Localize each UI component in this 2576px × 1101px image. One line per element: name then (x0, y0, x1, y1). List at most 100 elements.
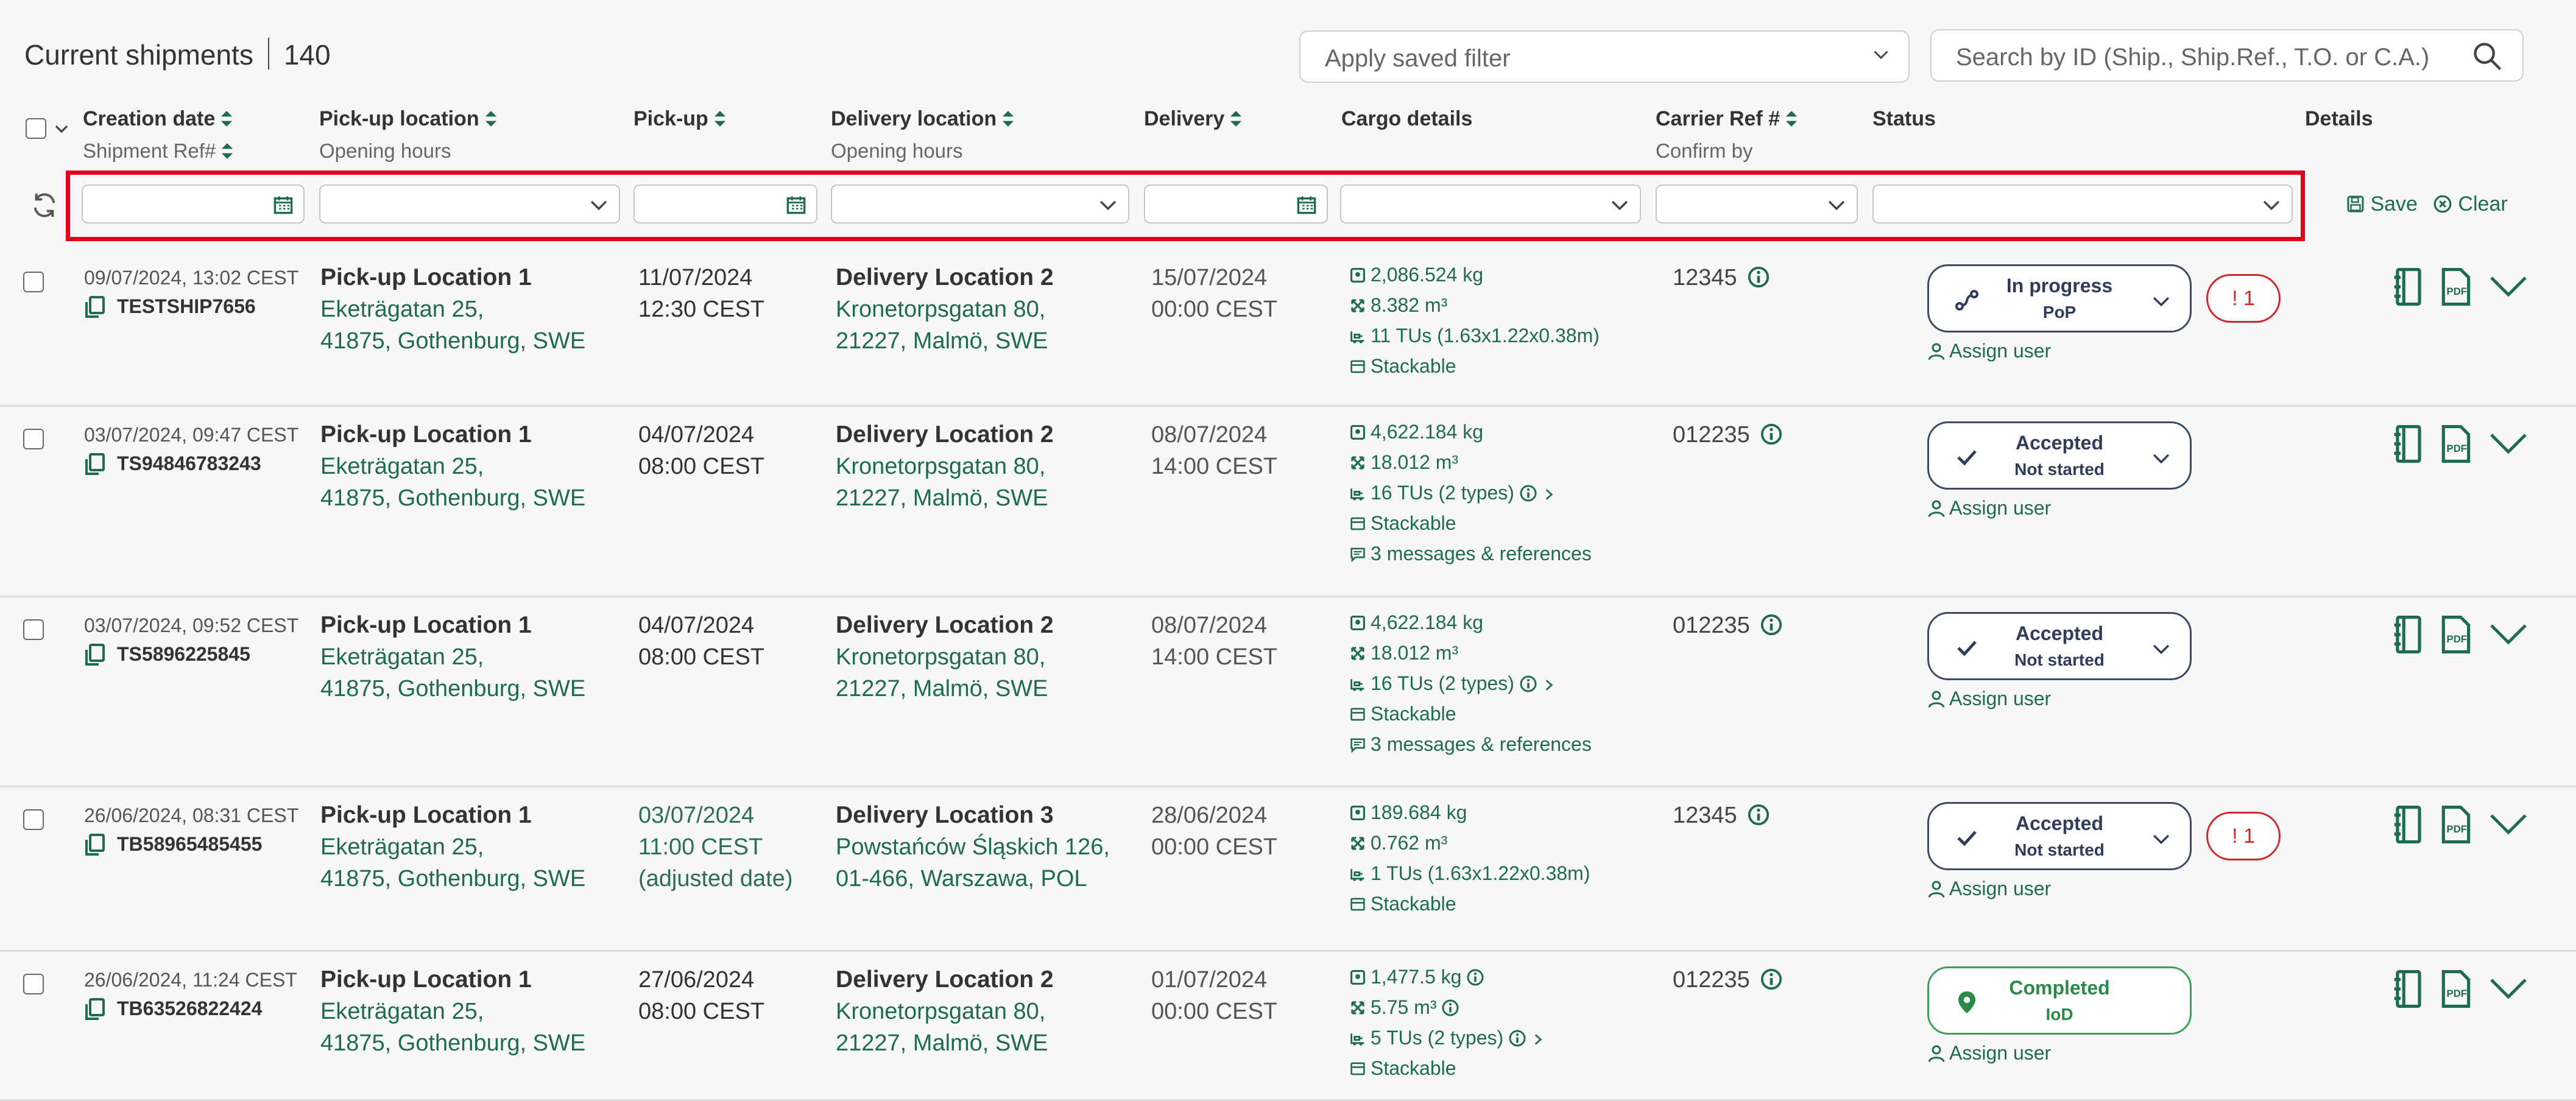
cargo-tus[interactable]: 11 TUs (1.63x1.22x0.38m) (1350, 320, 1600, 351)
header-shipment-ref[interactable]: Shipment Ref# (83, 139, 234, 163)
filter-creation-date[interactable] (82, 185, 305, 223)
copy-icon[interactable] (83, 832, 107, 857)
clear-filter-button[interactable]: Clear (2433, 192, 2508, 216)
sort-icon[interactable] (220, 110, 233, 128)
pdf-icon[interactable]: PDF (2440, 970, 2472, 1008)
header-pickup-location[interactable]: Pick-up location Opening hours (319, 107, 498, 163)
filter-delivery-date[interactable] (1144, 185, 1328, 223)
shipment-ref[interactable]: TS5896225845 (83, 638, 250, 670)
tus-expand[interactable] (1514, 672, 1556, 694)
document-icon[interactable] (2393, 268, 2424, 306)
sort-icon[interactable] (713, 110, 727, 128)
row-checkbox[interactable] (23, 809, 44, 830)
info-icon[interactable] (1747, 266, 1770, 289)
pdf-icon[interactable]: PDF (2440, 806, 2472, 843)
row-checkbox[interactable] (23, 429, 44, 449)
sort-icon[interactable] (1785, 110, 1798, 128)
status-button[interactable]: Accepted Not started (1927, 612, 2192, 680)
table-row[interactable]: 09/07/2024, 13:02 CEST TESTSHIP7656 Pick… (0, 250, 2576, 407)
filter-pickup-location[interactable] (319, 185, 620, 223)
assign-user-link[interactable]: Assign user (1927, 1042, 2051, 1064)
save-filter-button[interactable]: Save (2346, 192, 2418, 216)
info-icon[interactable] (1461, 966, 1484, 988)
select-all-checkbox[interactable] (26, 118, 46, 139)
filter-delivery-location[interactable] (831, 185, 1129, 223)
pdf-icon[interactable]: PDF (2440, 616, 2472, 653)
assign-user-link[interactable]: Assign user (1927, 878, 2051, 900)
info-icon[interactable] (1436, 996, 1459, 1018)
alert-badge[interactable]: ! 1 (2206, 812, 2281, 860)
row-checkbox[interactable] (23, 272, 44, 292)
header-pickup[interactable]: Pick-up (633, 107, 727, 131)
info-icon[interactable] (1747, 803, 1770, 826)
info-icon[interactable] (1760, 613, 1783, 636)
shipment-ref[interactable]: TESTSHIP7656 (83, 290, 256, 322)
info-icon[interactable] (1760, 423, 1783, 446)
cargo-messages[interactable]: 3 messages & references (1350, 538, 1592, 569)
delivery-time: 00:00 CEST (1151, 999, 1277, 1024)
info-icon[interactable] (1760, 968, 1783, 991)
tus-expand[interactable] (1514, 482, 1556, 504)
saved-filter-select[interactable]: Apply saved filter (1299, 30, 1910, 83)
expand-chevron-icon[interactable] (2489, 274, 2528, 298)
document-icon[interactable] (2393, 970, 2424, 1008)
table-row[interactable]: 03/07/2024, 09:47 CEST TS94846783243 Pic… (0, 407, 2576, 597)
cargo-tus[interactable]: 16 TUs (2 types) (1350, 668, 1592, 698)
status-button[interactable]: In progress PoP (1927, 264, 2192, 332)
header-delivery-location[interactable]: Delivery location Opening hours (831, 107, 1015, 163)
sort-icon[interactable] (1229, 110, 1243, 128)
document-icon[interactable] (2393, 425, 2424, 463)
shipment-ref[interactable]: TS94846783243 (83, 447, 261, 479)
delivery-datetime: 08/07/2024 14:00 CEST (1151, 419, 1277, 482)
assign-user-link[interactable]: Assign user (1927, 340, 2051, 362)
filter-carrier-ref[interactable] (1656, 185, 1858, 223)
header-creation-date[interactable]: Creation date Shipment Ref# (83, 107, 234, 163)
copy-icon[interactable] (83, 452, 107, 476)
copy-icon[interactable] (83, 295, 107, 319)
assign-user-link[interactable]: Assign user (1927, 497, 2051, 519)
filter-status[interactable] (1872, 185, 2293, 223)
expand-chevron-icon[interactable] (2489, 976, 2528, 1001)
table-row[interactable]: 26/06/2024, 08:31 CEST TB58965485455 Pic… (0, 787, 2576, 952)
header-carrier-ref[interactable]: Carrier Ref # Confirm by (1656, 107, 1798, 163)
tus-expand[interactable] (1503, 1027, 1545, 1049)
shipment-ref[interactable]: TB58965485455 (83, 828, 262, 860)
sort-icon[interactable] (1001, 110, 1015, 128)
calendar-icon[interactable] (273, 194, 294, 215)
sort-icon[interactable] (484, 110, 498, 128)
status-button[interactable]: Accepted Not started (1927, 421, 2192, 490)
search-icon[interactable] (2471, 40, 2503, 72)
expand-chevron-icon[interactable] (2489, 812, 2528, 836)
expand-chevron-icon[interactable] (2489, 622, 2528, 646)
table-row[interactable]: 03/07/2024, 09:52 CEST TS5896225845 Pick… (0, 597, 2576, 787)
pdf-icon[interactable]: PDF (2440, 268, 2472, 306)
shipment-ref[interactable]: TB63526822424 (83, 992, 262, 1024)
alert-badge[interactable]: ! 1 (2206, 274, 2281, 323)
filter-cargo[interactable] (1340, 185, 1641, 223)
calendar-icon[interactable] (786, 194, 806, 215)
copy-icon[interactable] (83, 997, 107, 1021)
row-checkbox[interactable] (23, 619, 44, 640)
copy-icon[interactable] (83, 642, 107, 667)
pdf-icon[interactable]: PDF (2440, 425, 2472, 463)
cargo-tus[interactable]: 5 TUs (2 types) (1350, 1022, 1545, 1053)
document-icon[interactable] (2393, 616, 2424, 653)
select-menu-chevron-icon[interactable] (54, 121, 69, 136)
cargo-tus[interactable]: 1 TUs (1.63x1.22x0.38m) (1350, 858, 1590, 888)
calendar-icon[interactable] (1296, 194, 1317, 215)
header-delivery[interactable]: Delivery (1144, 107, 1243, 131)
search-input[interactable]: Search by ID (Ship., Ship.Ref., T.O. or … (1930, 29, 2524, 82)
creation-date: 09/07/2024, 13:02 CEST (84, 267, 299, 289)
refresh-icon[interactable] (30, 191, 58, 219)
filter-pickup-date[interactable] (633, 185, 817, 223)
document-icon[interactable] (2393, 806, 2424, 843)
status-button[interactable]: Accepted Not started (1927, 802, 2192, 870)
assign-user-link[interactable]: Assign user (1927, 688, 2051, 710)
cargo-messages[interactable]: 3 messages & references (1350, 729, 1592, 759)
cargo-tus[interactable]: 16 TUs (2 types) (1350, 477, 1592, 508)
sort-icon[interactable] (221, 142, 234, 160)
row-checkbox[interactable] (23, 974, 44, 994)
table-row[interactable]: 26/06/2024, 11:24 CEST TB63526822424 Pic… (0, 952, 2576, 1101)
expand-chevron-icon[interactable] (2489, 431, 2528, 456)
status-button[interactable]: Completed IoD (1927, 966, 2192, 1035)
